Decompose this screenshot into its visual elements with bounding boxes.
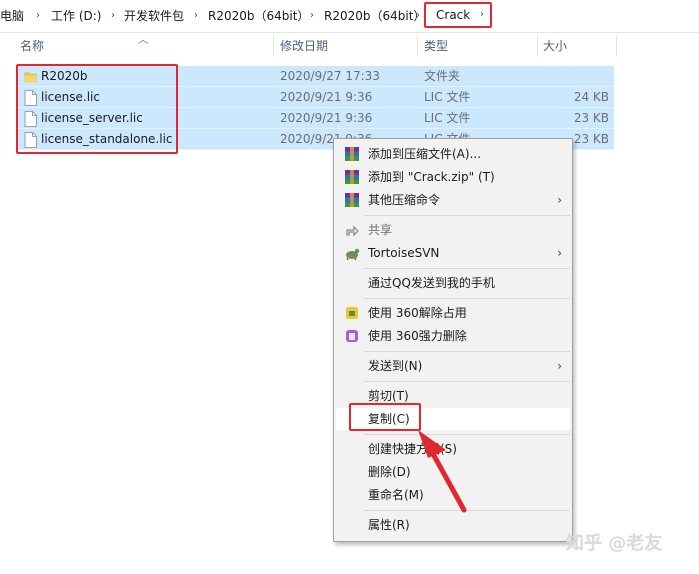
annotation-arrow bbox=[418, 430, 467, 513]
watermark: 知乎 @老友 bbox=[566, 533, 663, 554]
